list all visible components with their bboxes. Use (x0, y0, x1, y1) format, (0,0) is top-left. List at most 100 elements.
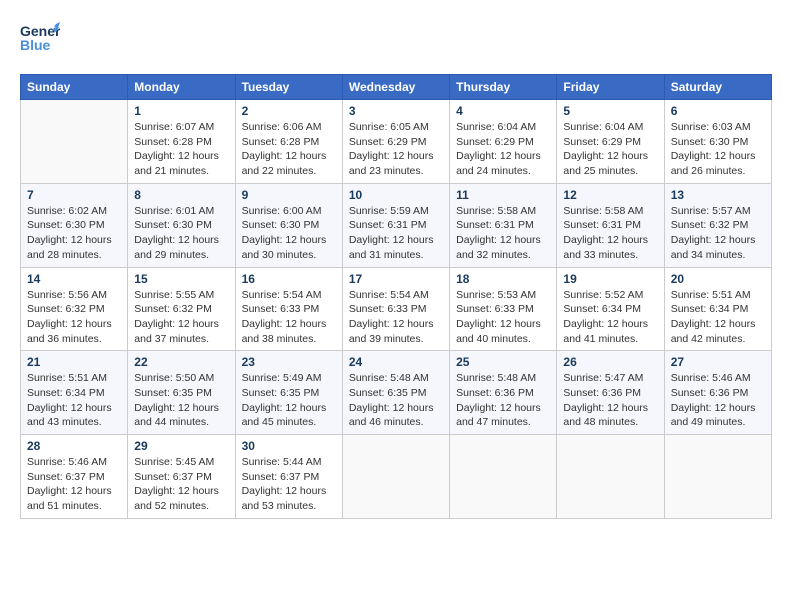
calendar-cell: 28 Sunrise: 5:46 AMSunset: 6:37 PMDaylig… (21, 435, 128, 519)
calendar-cell: 5 Sunrise: 6:04 AMSunset: 6:29 PMDayligh… (557, 100, 664, 184)
logo-bird-icon: General Blue (20, 20, 60, 64)
day-number: 5 (563, 104, 657, 118)
calendar-cell (664, 435, 771, 519)
day-number: 17 (349, 272, 443, 286)
day-number: 9 (242, 188, 336, 202)
day-number: 13 (671, 188, 765, 202)
day-info: Sunrise: 5:47 AMSunset: 6:36 PMDaylight:… (563, 372, 648, 428)
day-info: Sunrise: 5:59 AMSunset: 6:31 PMDaylight:… (349, 205, 434, 261)
calendar-cell: 12 Sunrise: 5:58 AMSunset: 6:31 PMDaylig… (557, 183, 664, 267)
weekday-header-monday: Monday (128, 75, 235, 100)
calendar-cell: 14 Sunrise: 5:56 AMSunset: 6:32 PMDaylig… (21, 267, 128, 351)
calendar-cell: 9 Sunrise: 6:00 AMSunset: 6:30 PMDayligh… (235, 183, 342, 267)
day-info: Sunrise: 6:00 AMSunset: 6:30 PMDaylight:… (242, 205, 327, 261)
calendar-cell: 4 Sunrise: 6:04 AMSunset: 6:29 PMDayligh… (450, 100, 557, 184)
calendar-cell: 29 Sunrise: 5:45 AMSunset: 6:37 PMDaylig… (128, 435, 235, 519)
day-info: Sunrise: 5:48 AMSunset: 6:35 PMDaylight:… (349, 372, 434, 428)
day-number: 29 (134, 439, 228, 453)
day-number: 2 (242, 104, 336, 118)
day-info: Sunrise: 5:54 AMSunset: 6:33 PMDaylight:… (242, 289, 327, 345)
weekday-header-wednesday: Wednesday (342, 75, 449, 100)
calendar-cell (557, 435, 664, 519)
day-number: 25 (456, 355, 550, 369)
week-row-1: 1 Sunrise: 6:07 AMSunset: 6:28 PMDayligh… (21, 100, 772, 184)
calendar-cell: 11 Sunrise: 5:58 AMSunset: 6:31 PMDaylig… (450, 183, 557, 267)
week-row-4: 21 Sunrise: 5:51 AMSunset: 6:34 PMDaylig… (21, 351, 772, 435)
calendar-cell: 21 Sunrise: 5:51 AMSunset: 6:34 PMDaylig… (21, 351, 128, 435)
calendar-cell: 13 Sunrise: 5:57 AMSunset: 6:32 PMDaylig… (664, 183, 771, 267)
calendar-cell: 2 Sunrise: 6:06 AMSunset: 6:28 PMDayligh… (235, 100, 342, 184)
calendar-cell: 8 Sunrise: 6:01 AMSunset: 6:30 PMDayligh… (128, 183, 235, 267)
day-number: 4 (456, 104, 550, 118)
day-number: 16 (242, 272, 336, 286)
week-row-3: 14 Sunrise: 5:56 AMSunset: 6:32 PMDaylig… (21, 267, 772, 351)
day-number: 19 (563, 272, 657, 286)
day-info: Sunrise: 5:46 AMSunset: 6:37 PMDaylight:… (27, 456, 112, 512)
weekday-header-sunday: Sunday (21, 75, 128, 100)
day-number: 8 (134, 188, 228, 202)
day-number: 24 (349, 355, 443, 369)
day-number: 10 (349, 188, 443, 202)
day-number: 28 (27, 439, 121, 453)
day-info: Sunrise: 5:55 AMSunset: 6:32 PMDaylight:… (134, 289, 219, 345)
day-info: Sunrise: 5:56 AMSunset: 6:32 PMDaylight:… (27, 289, 112, 345)
day-info: Sunrise: 5:45 AMSunset: 6:37 PMDaylight:… (134, 456, 219, 512)
day-number: 12 (563, 188, 657, 202)
day-info: Sunrise: 5:58 AMSunset: 6:31 PMDaylight:… (563, 205, 648, 261)
weekday-header-thursday: Thursday (450, 75, 557, 100)
day-number: 7 (27, 188, 121, 202)
calendar-cell: 25 Sunrise: 5:48 AMSunset: 6:36 PMDaylig… (450, 351, 557, 435)
day-number: 21 (27, 355, 121, 369)
calendar-cell: 23 Sunrise: 5:49 AMSunset: 6:35 PMDaylig… (235, 351, 342, 435)
day-info: Sunrise: 5:48 AMSunset: 6:36 PMDaylight:… (456, 372, 541, 428)
day-info: Sunrise: 6:04 AMSunset: 6:29 PMDaylight:… (456, 121, 541, 177)
calendar-cell: 17 Sunrise: 5:54 AMSunset: 6:33 PMDaylig… (342, 267, 449, 351)
calendar-cell (21, 100, 128, 184)
calendar-cell (342, 435, 449, 519)
week-row-5: 28 Sunrise: 5:46 AMSunset: 6:37 PMDaylig… (21, 435, 772, 519)
day-info: Sunrise: 6:03 AMSunset: 6:30 PMDaylight:… (671, 121, 756, 177)
day-number: 26 (563, 355, 657, 369)
day-number: 20 (671, 272, 765, 286)
day-info: Sunrise: 5:57 AMSunset: 6:32 PMDaylight:… (671, 205, 756, 261)
day-info: Sunrise: 6:02 AMSunset: 6:30 PMDaylight:… (27, 205, 112, 261)
calendar-cell: 10 Sunrise: 5:59 AMSunset: 6:31 PMDaylig… (342, 183, 449, 267)
day-info: Sunrise: 5:51 AMSunset: 6:34 PMDaylight:… (671, 289, 756, 345)
day-number: 27 (671, 355, 765, 369)
day-info: Sunrise: 5:58 AMSunset: 6:31 PMDaylight:… (456, 205, 541, 261)
calendar-cell: 16 Sunrise: 5:54 AMSunset: 6:33 PMDaylig… (235, 267, 342, 351)
calendar-cell: 22 Sunrise: 5:50 AMSunset: 6:35 PMDaylig… (128, 351, 235, 435)
calendar-cell: 26 Sunrise: 5:47 AMSunset: 6:36 PMDaylig… (557, 351, 664, 435)
day-info: Sunrise: 6:05 AMSunset: 6:29 PMDaylight:… (349, 121, 434, 177)
day-info: Sunrise: 5:52 AMSunset: 6:34 PMDaylight:… (563, 289, 648, 345)
day-info: Sunrise: 5:44 AMSunset: 6:37 PMDaylight:… (242, 456, 327, 512)
calendar-cell: 3 Sunrise: 6:05 AMSunset: 6:29 PMDayligh… (342, 100, 449, 184)
day-number: 15 (134, 272, 228, 286)
day-number: 18 (456, 272, 550, 286)
calendar-cell: 6 Sunrise: 6:03 AMSunset: 6:30 PMDayligh… (664, 100, 771, 184)
weekday-header-friday: Friday (557, 75, 664, 100)
calendar-cell: 7 Sunrise: 6:02 AMSunset: 6:30 PMDayligh… (21, 183, 128, 267)
day-info: Sunrise: 6:04 AMSunset: 6:29 PMDaylight:… (563, 121, 648, 177)
day-number: 6 (671, 104, 765, 118)
calendar-table: SundayMondayTuesdayWednesdayThursdayFrid… (20, 74, 772, 519)
weekday-header-saturday: Saturday (664, 75, 771, 100)
calendar-cell: 24 Sunrise: 5:48 AMSunset: 6:35 PMDaylig… (342, 351, 449, 435)
day-info: Sunrise: 5:51 AMSunset: 6:34 PMDaylight:… (27, 372, 112, 428)
day-info: Sunrise: 5:46 AMSunset: 6:36 PMDaylight:… (671, 372, 756, 428)
calendar-cell (450, 435, 557, 519)
day-info: Sunrise: 5:54 AMSunset: 6:33 PMDaylight:… (349, 289, 434, 345)
calendar-cell: 15 Sunrise: 5:55 AMSunset: 6:32 PMDaylig… (128, 267, 235, 351)
week-row-2: 7 Sunrise: 6:02 AMSunset: 6:30 PMDayligh… (21, 183, 772, 267)
day-info: Sunrise: 6:07 AMSunset: 6:28 PMDaylight:… (134, 121, 219, 177)
calendar-cell: 1 Sunrise: 6:07 AMSunset: 6:28 PMDayligh… (128, 100, 235, 184)
svg-text:Blue: Blue (20, 37, 51, 53)
day-info: Sunrise: 6:06 AMSunset: 6:28 PMDaylight:… (242, 121, 327, 177)
weekday-header-row: SundayMondayTuesdayWednesdayThursdayFrid… (21, 75, 772, 100)
day-number: 23 (242, 355, 336, 369)
calendar-cell: 18 Sunrise: 5:53 AMSunset: 6:33 PMDaylig… (450, 267, 557, 351)
page-header: General Blue (20, 20, 772, 64)
day-number: 11 (456, 188, 550, 202)
calendar-cell: 19 Sunrise: 5:52 AMSunset: 6:34 PMDaylig… (557, 267, 664, 351)
day-number: 22 (134, 355, 228, 369)
